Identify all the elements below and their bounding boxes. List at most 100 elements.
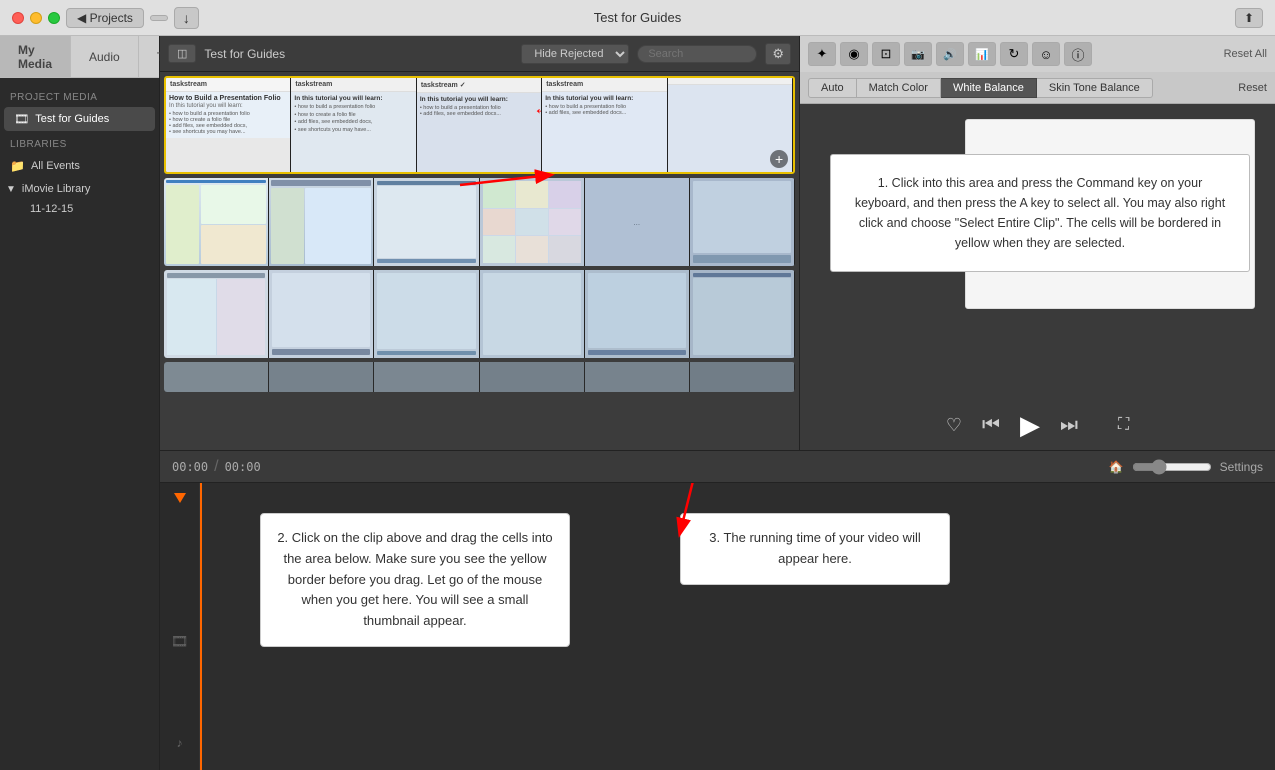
film-reel-icon: 🎞 xyxy=(14,112,29,126)
guide-text-3: 3. The running time of your video will a… xyxy=(709,530,920,566)
house-icon: 🏠 xyxy=(1109,460,1124,474)
filmstrip-cell-2-2[interactable] xyxy=(269,178,374,266)
filmstrip-cell-1-3[interactable]: taskstream ✓ In this tutorial you will l… xyxy=(417,78,542,172)
filmstrip-cell-1-2[interactable]: taskstream In this tutorial you will lea… xyxy=(291,78,416,172)
browser-panel: ◫ Test for Guides Hide Rejected ⚙ 7.3m xyxy=(160,36,800,450)
filmstrip-cell-4-6[interactable] xyxy=(690,362,795,392)
timecode-separator: / xyxy=(214,458,218,476)
playhead-triangle xyxy=(174,493,186,503)
current-timecode: 00:00 xyxy=(172,460,208,474)
project-name: Test for Guides xyxy=(35,113,109,125)
favorite-button[interactable]: ♡ xyxy=(946,415,962,436)
share-button[interactable]: ⬆ xyxy=(1235,8,1263,28)
filmstrip-cell-4-3[interactable] xyxy=(374,362,479,392)
playhead-line xyxy=(200,483,202,770)
auto-tab[interactable]: Auto xyxy=(808,78,857,98)
crop-button[interactable]: ⊡ xyxy=(872,42,900,66)
play-button[interactable]: ▶ xyxy=(1020,410,1040,441)
music-icon: ♪ xyxy=(177,736,183,750)
filmstrip-area: 7.3m taskstream How to Build a Presentat… xyxy=(160,72,799,450)
filmstrip-cell-2-3[interactable] xyxy=(374,178,479,266)
window-title: Test for Guides xyxy=(594,10,681,25)
reset-button[interactable]: Reset xyxy=(1238,82,1267,94)
filmstrip-cell-3-1[interactable] xyxy=(164,270,269,358)
total-timecode: 00:00 xyxy=(225,460,261,474)
filmstrip-cell-2-4[interactable] xyxy=(480,178,585,266)
timeline-track-area: 2. Click on the clip above and drag the … xyxy=(200,483,1275,770)
filmstrip-cell-3-2[interactable] xyxy=(269,270,374,358)
skin-tone-tab[interactable]: Skin Tone Balance xyxy=(1037,78,1153,98)
color-wheel-button[interactable]: ◉ xyxy=(840,42,868,66)
reset-all-button[interactable]: Reset All xyxy=(1224,48,1267,60)
guide-box-2: 2. Click on the clip above and drag the … xyxy=(260,513,570,647)
settings-gear-button[interactable]: ⚙ xyxy=(765,43,791,65)
fullscreen-button[interactable] xyxy=(48,12,60,24)
imovie-library-label: iMovie Library xyxy=(22,183,90,195)
fullscreen-toggle-button[interactable]: ⛶ xyxy=(1118,416,1129,434)
filmstrip-cell-1-4[interactable]: taskstream In this tutorial you will lea… xyxy=(542,78,667,172)
browser-title: Test for Guides xyxy=(204,47,285,61)
filmstrip-cell-4-2[interactable] xyxy=(269,362,374,392)
viewer-controls: ♡ ⏮ ▶ ⏭ ⛶ xyxy=(800,400,1275,450)
chart-button[interactable]: 📊 xyxy=(968,42,996,66)
filmstrip-cell-2-6[interactable] xyxy=(690,178,795,266)
filmstrip-cell-3-6[interactable] xyxy=(690,270,795,358)
titlebar: ◀ Projects ↓ Test for Guides ⬆ xyxy=(0,0,1275,36)
timeline-settings-button[interactable]: Settings xyxy=(1220,460,1263,474)
camera-button[interactable]: 📷 xyxy=(904,42,932,66)
libraries-label: LIBRARIES xyxy=(0,131,159,154)
filmstrip-row-2: ... xyxy=(164,178,795,266)
filmstrip-cell-1-5[interactable]: + xyxy=(668,78,793,172)
volume-button[interactable]: 🔊 xyxy=(936,42,964,66)
filmstrip-cell-3-4[interactable] xyxy=(480,270,585,358)
filter-dropdown[interactable]: Hide Rejected xyxy=(521,44,629,64)
minimize-button[interactable] xyxy=(30,12,42,24)
sidebar-item-test-for-guides[interactable]: 🎞 Test for Guides xyxy=(4,107,155,131)
all-events-icon: 📁 xyxy=(10,159,25,173)
sidebar: My Media Audio Titles Backgrounds Transi… xyxy=(0,36,160,770)
all-events-label: All Events xyxy=(31,160,80,172)
sidebar-item-all-events[interactable]: 📁 All Events xyxy=(0,154,159,178)
filmstrip-cell-4-5[interactable] xyxy=(585,362,690,392)
rotate-button[interactable]: ↻ xyxy=(1000,42,1028,66)
timeline-header: 00:00 / 00:00 🏠 Settings xyxy=(160,451,1275,483)
skip-forward-button[interactable]: ⏭ xyxy=(1060,414,1078,437)
add-clip-button[interactable]: + xyxy=(770,150,788,168)
download-button[interactable]: ↓ xyxy=(174,7,199,29)
filmstrip-row-1: 7.3m taskstream How to Build a Presentat… xyxy=(164,76,795,174)
match-color-tab[interactable]: Match Color xyxy=(857,78,941,98)
main-split: ◫ Test for Guides Hide Rejected ⚙ 7.3m xyxy=(160,36,1275,450)
grid-view-button[interactable] xyxy=(150,15,168,21)
filmstrip-cell-1-1[interactable]: taskstream How to Build a Presentation F… xyxy=(166,78,291,172)
white-balance-tab[interactable]: White Balance xyxy=(941,78,1037,98)
viewer-content: ⚡ taskstream powered by Aqua 1. Click in… xyxy=(800,104,1275,400)
sidebar-item-imovie-library[interactable]: ▼ iMovie Library xyxy=(0,178,159,200)
titlebar-right: ⬆ xyxy=(1235,8,1263,28)
sidebar-toggle-button[interactable]: ◫ xyxy=(168,44,196,63)
sidebar-item-11-12-15[interactable]: 11-12-15 xyxy=(0,200,159,218)
filmstrip-cell-2-5[interactable]: ... xyxy=(585,178,690,266)
projects-button[interactable]: ◀ Projects xyxy=(66,8,144,28)
filmstrip-cell-3-3[interactable] xyxy=(374,270,479,358)
skip-back-button[interactable]: ⏮ xyxy=(982,414,1000,437)
info-button[interactable]: ⓘ xyxy=(1064,42,1092,66)
filmstrip-cell-4-4[interactable] xyxy=(480,362,585,392)
zoom-slider[interactable] xyxy=(1132,459,1212,475)
close-button[interactable] xyxy=(12,12,24,24)
guide-box-3: 3. The running time of your video will a… xyxy=(680,513,950,585)
film-icon: 🎞 xyxy=(171,633,189,650)
viewer-panel: ✦ ◉ ⊡ 📷 🔊 📊 ↻ ☺ ⓘ Reset All Auto Match C… xyxy=(800,36,1275,450)
filmstrip-cell-3-5[interactable] xyxy=(585,270,690,358)
tab-my-media[interactable]: My Media xyxy=(0,36,71,77)
tab-audio[interactable]: Audio xyxy=(71,36,139,77)
face-button[interactable]: ☺ xyxy=(1032,42,1060,66)
filmstrip-cell-4-1[interactable] xyxy=(164,362,269,392)
viewer-toolbar: ✦ ◉ ⊡ 📷 🔊 📊 ↻ ☺ ⓘ Reset All xyxy=(800,36,1275,72)
chevron-down-icon: ▼ xyxy=(6,184,16,195)
filmstrip-cell-2-1[interactable] xyxy=(164,178,269,266)
timeline-area: 00:00 / 00:00 🏠 Settings 🎞 ♪ xyxy=(160,450,1275,770)
search-input[interactable] xyxy=(637,45,757,63)
magic-wand-button[interactable]: ✦ xyxy=(808,42,836,66)
content-area: ◫ Test for Guides Hide Rejected ⚙ 7.3m xyxy=(160,36,1275,770)
guide-text-2: 2. Click on the clip above and drag the … xyxy=(277,530,552,628)
